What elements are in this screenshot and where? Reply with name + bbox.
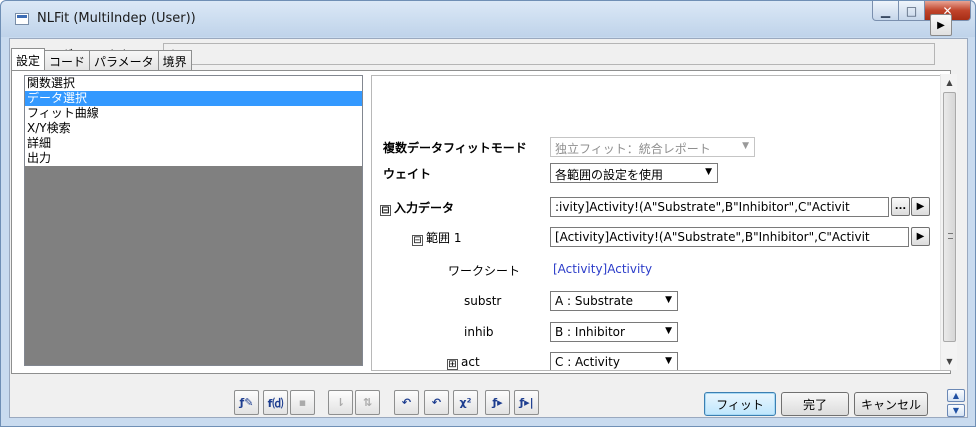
chevron-down-icon: ▼ xyxy=(742,141,749,151)
multi-fit-mode-value: 独立フィット：統合レポート xyxy=(555,142,711,156)
function-file-icon: f⒟ xyxy=(267,396,284,410)
inhib-value: B : Inhibitor xyxy=(555,325,625,339)
sort-button[interactable]: ⇂ xyxy=(328,390,353,415)
window-title: NLFit (MultiIndep (User)) xyxy=(37,11,196,26)
multi-fit-mode-dropdown[interactable]: 独立フィット：統合レポート ▼ xyxy=(550,137,755,157)
list-item-advanced[interactable]: 詳細 xyxy=(25,136,362,151)
act-label[interactable]: ⊞ act xyxy=(447,355,480,370)
expand-icon[interactable]: ⊞ xyxy=(447,359,458,370)
worksheet-link[interactable]: [Activity]Activity xyxy=(553,262,652,276)
list-item-xy-search[interactable]: X/Y検索 xyxy=(25,121,362,136)
cancel-button[interactable]: キャンセル xyxy=(854,392,928,416)
done-button[interactable]: 完了 xyxy=(781,392,849,416)
chevron-down-icon: ▼ xyxy=(705,167,712,177)
one-iteration-icon: ƒ▸ xyxy=(492,396,503,409)
chi-square-button[interactable]: χ² xyxy=(453,390,478,415)
arrow-right-icon: ▶ xyxy=(937,19,945,31)
save-button[interactable]: ▪ xyxy=(290,390,315,415)
list-item-fitted-curves[interactable]: フィット曲線 xyxy=(25,106,362,121)
fit-button[interactable]: フィット xyxy=(704,392,776,416)
window-controls: ▁ □ ✕ xyxy=(872,1,971,23)
list-item-function-selection[interactable]: 関数選択 xyxy=(25,76,362,91)
collapse-icon[interactable]: ⊟ xyxy=(380,205,391,216)
maximize-button[interactable]: □ xyxy=(899,1,925,21)
one-iteration-button[interactable]: ƒ▸ xyxy=(485,390,510,415)
nlfit-window: NLFit (MultiIndep (User)) ▁ □ ✕ ダイアログテーマ… xyxy=(0,0,976,427)
app-icon xyxy=(15,13,29,25)
input-data-browse-button[interactable]: ... xyxy=(891,197,910,216)
collapse-panel-button[interactable]: ▲ xyxy=(947,389,965,402)
collapse-icon[interactable]: ⊟ xyxy=(412,235,423,246)
scroll-down-icon[interactable]: ▼ xyxy=(941,353,958,370)
fit-parameter-button[interactable]: ƒ✎ xyxy=(234,390,259,415)
list-item-output[interactable]: 出力 xyxy=(25,151,362,166)
substr-label: substr xyxy=(464,294,502,308)
worksheet-label: ワークシート xyxy=(448,264,521,278)
title-bar[interactable]: NLFit (MultiIndep (User)) ▁ □ ✕ xyxy=(1,1,975,37)
range1-label[interactable]: ⊟ 範囲 1 xyxy=(412,229,461,246)
tab-code[interactable]: コード xyxy=(44,50,91,70)
fit-until-converged-button[interactable]: ƒ▸| xyxy=(514,390,539,415)
function-file-button[interactable]: f⒟ xyxy=(263,390,288,415)
tab-bar: 設定 コード パラメータ 境界 xyxy=(11,48,192,70)
save-icon: ▪ xyxy=(298,396,307,409)
dialog-theme-field[interactable]: * xyxy=(163,43,935,65)
tab-bounds[interactable]: 境界 xyxy=(157,50,192,70)
chevron-up-icon: ▲ xyxy=(952,391,960,400)
inhib-dropdown[interactable]: B : Inhibitor ▼ xyxy=(550,322,678,342)
multi-fit-mode-label: 複数データフィットモード xyxy=(383,141,527,155)
list-item-data-selection[interactable]: データ選択 xyxy=(25,91,362,106)
weight-value: 各範囲の設定を使用 xyxy=(555,168,664,182)
data-selection-panel: 複数データフィットモード 独立フィット：統合レポート ▼ ウェイト 各範囲の設定… xyxy=(371,75,951,371)
range1-menu-button[interactable]: ▶ xyxy=(911,227,930,246)
iterate-button[interactable]: ↶ xyxy=(424,390,449,415)
iterate-icon: ↶ xyxy=(431,396,442,409)
settings-scrollbar[interactable]: ▲ ▼ xyxy=(940,74,957,370)
settings-tab-panel: 関数選択 データ選択 フィット曲線 X/Y検索 詳細 出力 複数データフィットモ… xyxy=(11,70,951,374)
range1-field[interactable]: [Activity]Activity!(A"Substrate",B"Inhib… xyxy=(550,227,909,247)
weight-label: ウェイト xyxy=(383,167,432,181)
undo-icon: ↶ xyxy=(401,396,412,409)
act-dropdown[interactable]: C : Activity ▼ xyxy=(550,352,678,370)
arrange-button[interactable]: ⇅ xyxy=(355,390,380,415)
sort-icon: ⇂ xyxy=(335,396,346,409)
substr-value: A : Substrate xyxy=(555,294,634,308)
chevron-down-icon: ▼ xyxy=(665,295,672,305)
input-data-label[interactable]: ⊟ 入力データ xyxy=(380,199,454,216)
input-data-field[interactable]: :ivity]Activity!(A"Substrate",B"Inhibito… xyxy=(550,197,889,217)
arrow-right-icon: ▶ xyxy=(916,231,925,242)
weight-dropdown[interactable]: 各範囲の設定を使用 ▼ xyxy=(550,163,718,183)
scroll-up-icon[interactable]: ▲ xyxy=(941,74,958,91)
tab-settings[interactable]: 設定 xyxy=(11,48,46,70)
chevron-down-icon: ▼ xyxy=(665,326,672,336)
expand-panel-button[interactable]: ▼ xyxy=(947,404,965,417)
arrange-icon: ⇅ xyxy=(362,396,373,409)
minimize-icon: ▁ xyxy=(880,3,891,18)
scroll-thumb[interactable] xyxy=(943,92,956,342)
maximize-icon: □ xyxy=(905,3,918,18)
minimize-button[interactable]: ▁ xyxy=(872,1,899,21)
input-data-menu-button[interactable]: ▶ xyxy=(911,197,930,216)
dialog-theme-menu-button[interactable]: ▶ xyxy=(930,14,952,36)
chi-square-icon: χ² xyxy=(459,396,472,409)
chevron-down-icon: ▼ xyxy=(665,356,672,366)
tab-parameters[interactable]: パラメータ xyxy=(89,50,159,70)
arrow-right-icon: ▶ xyxy=(916,201,925,212)
settings-category-list: 関数選択 データ選択 フィット曲線 X/Y検索 詳細 出力 xyxy=(24,75,363,366)
fit-parameter-icon: ƒ✎ xyxy=(239,396,254,409)
substr-dropdown[interactable]: A : Substrate ▼ xyxy=(550,291,678,311)
fit-until-converged-icon: ƒ▸| xyxy=(519,396,534,409)
inhib-label: inhib xyxy=(464,325,494,339)
undo-button[interactable]: ↶ xyxy=(394,390,419,415)
chevron-down-icon: ▼ xyxy=(952,406,960,415)
act-value: C : Activity xyxy=(555,355,620,369)
